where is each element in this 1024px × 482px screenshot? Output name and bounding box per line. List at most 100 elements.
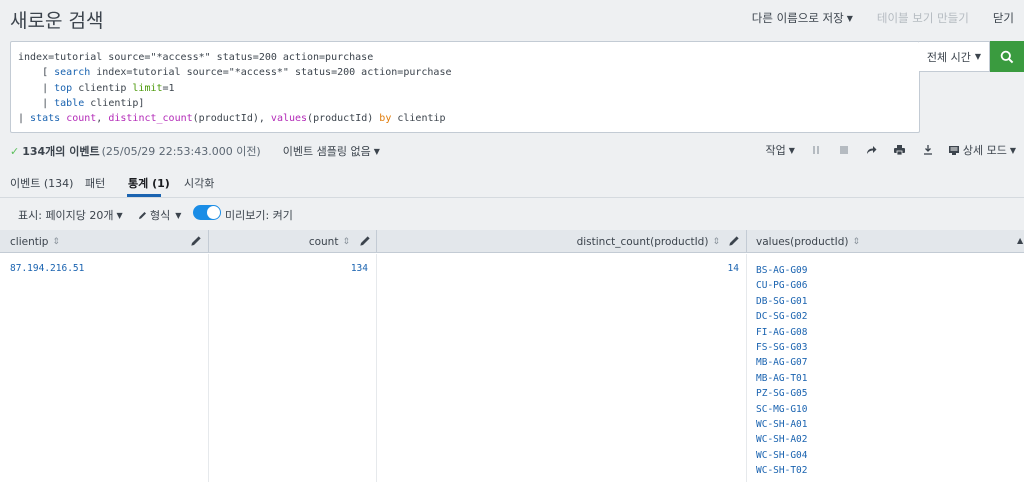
format-label: 형식 bbox=[150, 209, 171, 222]
query-keyword: top bbox=[54, 82, 73, 94]
time-range-label: 전체 시간 bbox=[926, 50, 971, 64]
value-item[interactable]: FS-SG-G03 bbox=[756, 340, 807, 355]
tab-visualization[interactable]: 시각화 bbox=[184, 175, 214, 191]
job-menu[interactable]: 작업 ▼ bbox=[765, 142, 794, 158]
sort-icon: ⇕ bbox=[852, 236, 861, 247]
value-item[interactable]: MB-AG-T01 bbox=[756, 371, 807, 386]
event-sampling-dropdown[interactable]: 이벤트 샘플링 없음 ▼ bbox=[283, 143, 380, 159]
column-header-clientip[interactable]: clientip ⇕ bbox=[0, 230, 209, 253]
column-header-distinct-count[interactable]: distinct_count(productId) ⇕ bbox=[377, 230, 747, 253]
export-icon[interactable] bbox=[921, 143, 935, 157]
share-icon[interactable] bbox=[865, 143, 879, 157]
mode-icon bbox=[948, 146, 959, 155]
page-title: 새로운 검색 bbox=[10, 10, 104, 32]
value-item[interactable]: CU-PG-G06 bbox=[756, 278, 807, 293]
close-button[interactable]: 닫기 bbox=[993, 10, 1014, 26]
column-label: clientip bbox=[10, 235, 49, 248]
pencil-icon[interactable] bbox=[728, 235, 740, 247]
column-divider bbox=[376, 254, 377, 482]
query-by-keyword: by bbox=[379, 113, 392, 125]
cell-clientip[interactable]: 87.194.216.51 bbox=[10, 263, 84, 274]
format-dropdown[interactable]: 형식 ▼ bbox=[138, 207, 181, 223]
time-range-picker[interactable]: 전체 시간 ▼ bbox=[919, 41, 990, 72]
scroll-up-icon[interactable]: ▲ bbox=[1017, 236, 1023, 245]
table-options: 표시: 페이지당 20개 ▼ 형식 ▼ 미리보기: 켜기 bbox=[0, 198, 1024, 230]
save-as-button[interactable]: 다른 이름으로 저장 ▼ bbox=[752, 10, 853, 26]
query-function: count bbox=[66, 113, 97, 125]
query-text: , bbox=[96, 113, 109, 125]
query-keyword: stats bbox=[30, 113, 61, 125]
display-per-page-label: 표시: 페이지당 20개 bbox=[18, 209, 114, 222]
column-label: distinct_count(productId) bbox=[576, 235, 709, 248]
results-tabs: 이벤트 (134) 패턴 통계 (1) 시각화 bbox=[0, 170, 1024, 198]
pencil-icon[interactable] bbox=[190, 235, 202, 247]
table-header: clientip ⇕ count ⇕ distinct_count(productI… bbox=[0, 230, 1024, 253]
preview-label: 미리보기: 켜기 bbox=[225, 209, 293, 222]
pencil-icon[interactable] bbox=[359, 235, 371, 247]
query-text: | bbox=[18, 113, 31, 125]
chevron-down-icon: ▼ bbox=[175, 211, 182, 220]
query-text: (productId) bbox=[307, 113, 380, 125]
search-icon bbox=[1000, 50, 1014, 63]
query-text: | bbox=[18, 82, 55, 94]
job-menu-label: 작업 bbox=[765, 144, 786, 157]
check-icon: ✓ bbox=[10, 144, 20, 158]
search-mode-dropdown[interactable]: 상세 모드 ▼ bbox=[948, 142, 1016, 158]
query-argument: limit bbox=[132, 82, 163, 94]
sort-icon: ⇕ bbox=[52, 236, 60, 247]
pause-icon[interactable] bbox=[809, 143, 823, 157]
search-button[interactable] bbox=[990, 41, 1024, 72]
job-toolbar: 작업 ▼ 상세 모드 ▼ bbox=[751, 142, 1016, 158]
value-item[interactable]: SC-MG-G10 bbox=[756, 402, 807, 417]
value-item[interactable]: DC-SG-G02 bbox=[756, 309, 807, 324]
tab-statistics[interactable]: 통계 (1) bbox=[128, 175, 170, 191]
chevron-down-icon: ▼ bbox=[788, 146, 795, 155]
query-keyword: table bbox=[54, 97, 85, 109]
query-text: [ bbox=[18, 67, 55, 79]
results-table: clientip ⇕ count ⇕ distinct_count(productI… bbox=[0, 230, 1024, 482]
tab-events[interactable]: 이벤트 (134) bbox=[10, 175, 73, 191]
toggle-knob bbox=[207, 206, 220, 219]
value-item[interactable]: WC-SH-A01 bbox=[756, 417, 807, 432]
sort-icon: ⇕ bbox=[712, 236, 720, 247]
value-item[interactable]: MB-AG-G07 bbox=[756, 355, 807, 370]
search-query-input[interactable]: index=tutorial source="*access*" status=… bbox=[10, 41, 920, 133]
value-item[interactable]: DB-SG-G01 bbox=[756, 294, 807, 309]
search-timestamp: (25/05/29 22:53:43.000 이전) bbox=[101, 145, 261, 158]
value-item[interactable]: BS-AG-G09 bbox=[756, 263, 807, 278]
header-actions: 다른 이름으로 저장 ▼ 테이블 보기 만들기 닫기 bbox=[728, 10, 1014, 26]
value-item[interactable]: WC-SH-G04 bbox=[756, 448, 807, 463]
event-count: 134개의 이벤트 bbox=[22, 145, 100, 158]
cell-count[interactable]: 134 bbox=[280, 263, 368, 274]
create-table-view-button[interactable]: 테이블 보기 만들기 bbox=[877, 10, 969, 26]
column-divider bbox=[208, 254, 209, 482]
query-text: (productId), bbox=[192, 113, 271, 125]
print-icon[interactable] bbox=[893, 143, 907, 157]
stop-icon[interactable] bbox=[837, 143, 851, 157]
value-item[interactable]: PZ-SG-G05 bbox=[756, 386, 807, 401]
query-line-5: | stats count, distinct_count(productId)… bbox=[18, 113, 446, 124]
display-per-page-dropdown[interactable]: 표시: 페이지당 20개 ▼ bbox=[18, 207, 123, 223]
query-line-2: [ search index=tutorial source="*access*… bbox=[18, 67, 451, 78]
query-function: distinct_count bbox=[108, 113, 193, 125]
event-count-status: ✓ 134개의 이벤트 (25/05/29 22:53:43.000 이전) 이… bbox=[10, 143, 380, 159]
value-item[interactable]: WC-SH-T02 bbox=[756, 463, 807, 478]
search-mode-label: 상세 모드 bbox=[962, 144, 1007, 157]
chevron-down-icon: ▼ bbox=[974, 52, 982, 61]
chevron-down-icon: ▼ bbox=[373, 147, 380, 156]
column-label: values(productId) bbox=[756, 235, 849, 248]
tab-patterns[interactable]: 패턴 bbox=[85, 175, 105, 191]
query-text: clientip bbox=[72, 82, 133, 94]
preview-toggle[interactable] bbox=[193, 205, 221, 220]
query-text: =1 bbox=[162, 82, 175, 94]
query-line-4: | table clientip] bbox=[18, 98, 144, 109]
column-header-values[interactable]: values(productId) ⇕ ▲ bbox=[747, 230, 1024, 253]
value-item[interactable]: WC-SH-A02 bbox=[756, 432, 807, 447]
column-header-count[interactable]: count ⇕ bbox=[209, 230, 377, 253]
cell-distinct-count[interactable]: 14 bbox=[640, 263, 739, 274]
query-line-3: | top clientip limit=1 bbox=[18, 82, 175, 94]
value-item[interactable]: FI-AG-G08 bbox=[756, 325, 807, 340]
query-text: clientip bbox=[391, 113, 446, 125]
event-sampling-label: 이벤트 샘플링 없음 bbox=[282, 145, 371, 158]
cell-values: BS-AG-G09 CU-PG-G06 DB-SG-G01 DC-SG-G02 FI-A… bbox=[756, 263, 807, 479]
